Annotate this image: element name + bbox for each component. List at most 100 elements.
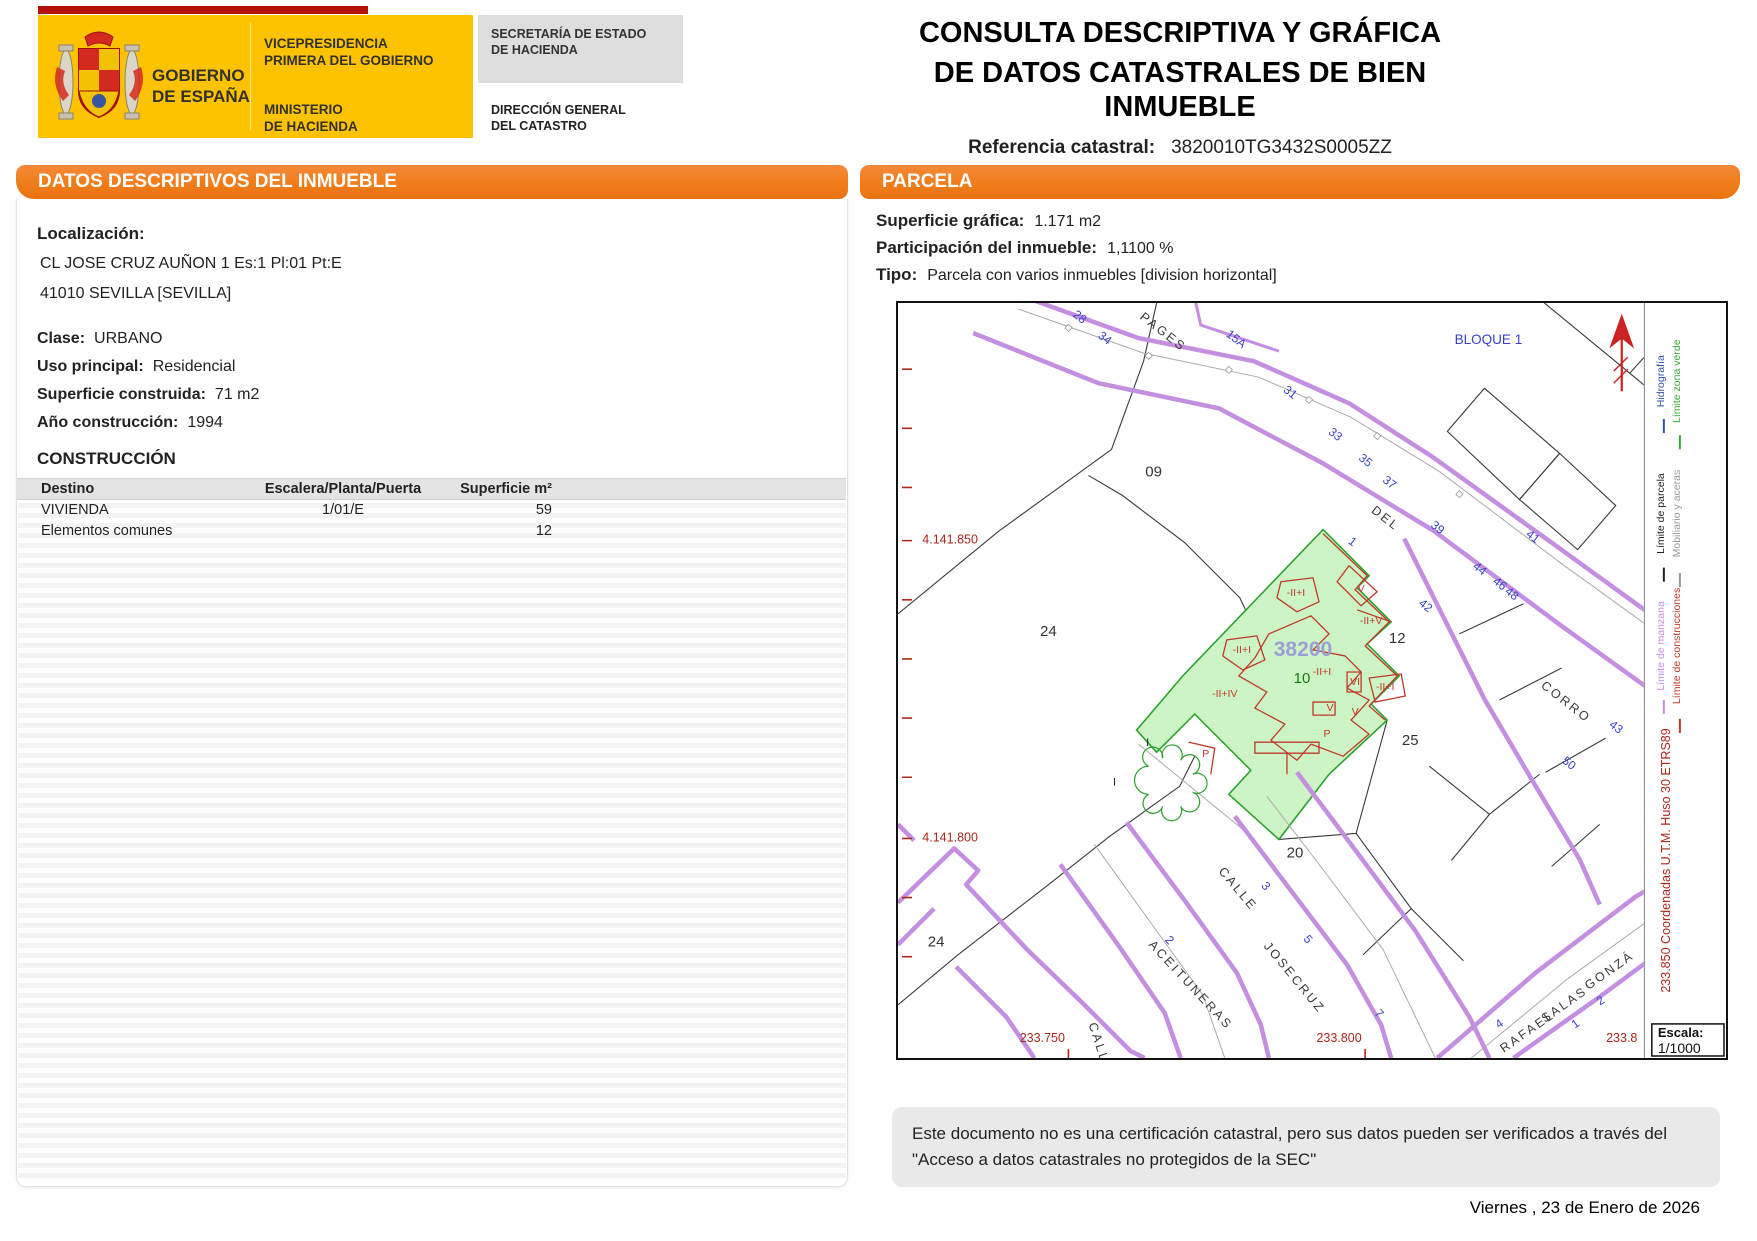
logo-divider xyxy=(250,23,251,130)
referencia-value: 3820010TG3432S0005ZZ xyxy=(1171,137,1392,158)
map-label: 1 xyxy=(1346,534,1360,549)
map-label: 09 xyxy=(1145,463,1162,480)
map-label: 24 xyxy=(928,934,945,951)
map-label: 39 xyxy=(1428,518,1447,537)
map-label: 50 xyxy=(1559,753,1578,772)
map-frame: 233.850 Coordenadas U.T.M. Huso 30 ETRS8… xyxy=(896,301,1728,1060)
right-panel-title: PARCELA xyxy=(882,171,972,192)
legend-item: Límite de manzana xyxy=(1655,601,1667,691)
field-clase: Clase:URBANO xyxy=(37,330,162,348)
row1-destino: VIVIENDA xyxy=(41,500,109,521)
field-anio: Año construcción:1994 xyxy=(37,414,223,432)
tipo-value: Parcela con varios inmuebles [division h… xyxy=(927,267,1277,284)
street-furniture-markers xyxy=(1065,324,1463,498)
map-label: -II+I xyxy=(1376,681,1394,693)
title-block: CONSULTA DESCRIPTIVA Y GRÁFICA DE DATOS … xyxy=(855,16,1505,159)
secretaria-box: SECRETARÍA DE ESTADO DE HACIENDA xyxy=(478,15,683,83)
construccion-title: CONSTRUCCIÓN xyxy=(37,449,176,469)
map-label: -II+I xyxy=(1233,644,1251,656)
map-label: 24 xyxy=(1040,623,1057,640)
map-label: 43 xyxy=(1607,717,1626,736)
left-panel-body: Localización: CL JOSE CRUZ AUÑON 1 Es:1 … xyxy=(16,199,848,1187)
legend-item: Hidrografía xyxy=(1655,355,1667,407)
map-label: 4 xyxy=(1492,1016,1506,1031)
uso-value: Residencial xyxy=(153,358,236,375)
document-title-line1: CONSULTA DESCRIPTIVA Y GRÁFICA xyxy=(855,16,1505,50)
map-label: V xyxy=(1327,702,1334,714)
spain-coat-of-arms-icon xyxy=(52,27,146,127)
map-label: 33 xyxy=(1326,425,1345,444)
escala-label: Escala: xyxy=(1658,1025,1704,1040)
map-label: 12 xyxy=(1389,630,1406,647)
field-superficie-grafica: Superficie gráfica:1.171 m2 xyxy=(876,211,1101,231)
map-label: 233.800 xyxy=(1316,1031,1361,1045)
referencia-catastral-row: Referencia catastral:3820010TG3432S0005Z… xyxy=(855,137,1505,159)
participacion-value: 1,1100 % xyxy=(1107,240,1173,257)
map-label: 15A xyxy=(1224,327,1249,351)
field-uso: Uso principal: Residencial xyxy=(37,358,235,376)
legend-item: Límite de parcela xyxy=(1655,473,1667,554)
map-label: P xyxy=(1324,728,1331,740)
map-label: 20 xyxy=(1287,844,1304,861)
col-superficie: Superficie m² xyxy=(437,479,552,499)
map-label: 31 xyxy=(1281,382,1300,401)
map-label: 233.8 xyxy=(1606,1031,1637,1045)
utm-coords-note: 233.850 Coordenadas U.T.M. Huso 30 ETRS8… xyxy=(1659,728,1673,992)
map-label: 2 xyxy=(1162,933,1177,948)
map-label: CRUZ xyxy=(1288,973,1328,1016)
table-row: VIVIENDA 1/01/E 59 xyxy=(17,500,846,521)
map-label: 5 xyxy=(1301,932,1316,946)
map-label: -II+V xyxy=(1360,615,1382,627)
field-tipo: Tipo:Parcela con varios inmuebles [divis… xyxy=(876,265,1277,285)
map-label: JOSE xyxy=(1261,939,1299,981)
field-superficie: Superficie construida: 71 m2 xyxy=(37,386,259,404)
north-arrow-icon xyxy=(1612,317,1632,391)
superficie-grafica-value: 1.171 m2 xyxy=(1034,213,1101,230)
address-line2: 41010 SEVILLA [SEVILLA] xyxy=(40,285,231,303)
left-panel-title: DATOS DESCRIPTIVOS DEL INMUEBLE xyxy=(38,171,397,192)
clase-value: URBANO xyxy=(94,330,162,347)
map-label: PAGES xyxy=(1137,310,1189,355)
left-panel-header: DATOS DESCRIPTIVOS DEL INMUEBLE xyxy=(16,165,848,199)
vicepresidencia-text: VICEPRESIDENCIA PRIMERA DEL GOBIERNO xyxy=(264,35,434,69)
map-label: 233.750 xyxy=(1020,1031,1065,1045)
disclaimer-box: Este documento no es una certificación c… xyxy=(892,1107,1720,1187)
map-label: 28 xyxy=(1070,307,1089,326)
cadastral-map: 233.850 Coordenadas U.T.M. Huso 30 ETRS8… xyxy=(898,303,1726,1058)
uso-label: Uso principal: xyxy=(37,358,144,375)
map-label: I xyxy=(1146,737,1149,749)
anio-label: Año construcción: xyxy=(37,414,178,431)
direccion-general-text: DIRECCIÓN GENERAL DEL CATASTRO xyxy=(491,102,626,134)
map-label: 37 xyxy=(1380,473,1399,492)
map-label: 25 xyxy=(1402,732,1419,749)
map-label: 4.141.800 xyxy=(922,830,978,844)
map-label: 3 xyxy=(1258,879,1273,893)
address-line1: CL JOSE CRUZ AUÑON 1 Es:1 Pl:01 Pt:E xyxy=(40,255,342,273)
map-label: 35 xyxy=(1356,451,1375,470)
map-label: CALLE xyxy=(1216,864,1260,913)
row2-destino: Elementos comunes xyxy=(41,521,172,542)
map-label: VI xyxy=(1350,676,1360,688)
legend-item: Límite zona verde xyxy=(1671,339,1683,423)
map-label: -II+I xyxy=(1313,666,1331,678)
superficie-value: 71 m2 xyxy=(215,386,259,403)
participacion-label: Participación del inmueble: xyxy=(876,238,1097,257)
superficie-label: Superficie construida: xyxy=(37,386,206,403)
map-label: BLOQUE 1 xyxy=(1455,332,1523,347)
field-participacion: Participación del inmueble: 1,1100 % xyxy=(876,238,1173,258)
col-escalera: Escalera/Planta/Puerta xyxy=(243,479,443,499)
legend-item: Mobiliario y aceras xyxy=(1671,470,1683,558)
col-destino: Destino xyxy=(41,479,94,499)
map-label: V xyxy=(1358,583,1365,595)
gobierno-text: GOBIERNO DE ESPAÑA xyxy=(152,65,250,107)
table-row: Elementos comunes 12 xyxy=(17,521,846,542)
right-panel-header: PARCELA xyxy=(860,165,1740,199)
cadastral-certificate-page: GOBIERNO DE ESPAÑA VICEPRESIDENCIA PRIME… xyxy=(0,0,1757,1241)
map-label: CALLE xyxy=(1086,1021,1115,1058)
construccion-table: Destino Escalera/Planta/Puerta Superfici… xyxy=(17,478,846,542)
tree-icon xyxy=(1135,745,1208,821)
map-label: 4.141.850 xyxy=(922,533,978,547)
row1-superficie: 59 xyxy=(437,500,552,521)
empty-rows-stripes xyxy=(18,498,846,1182)
localizacion-label: Localización: xyxy=(37,224,145,244)
